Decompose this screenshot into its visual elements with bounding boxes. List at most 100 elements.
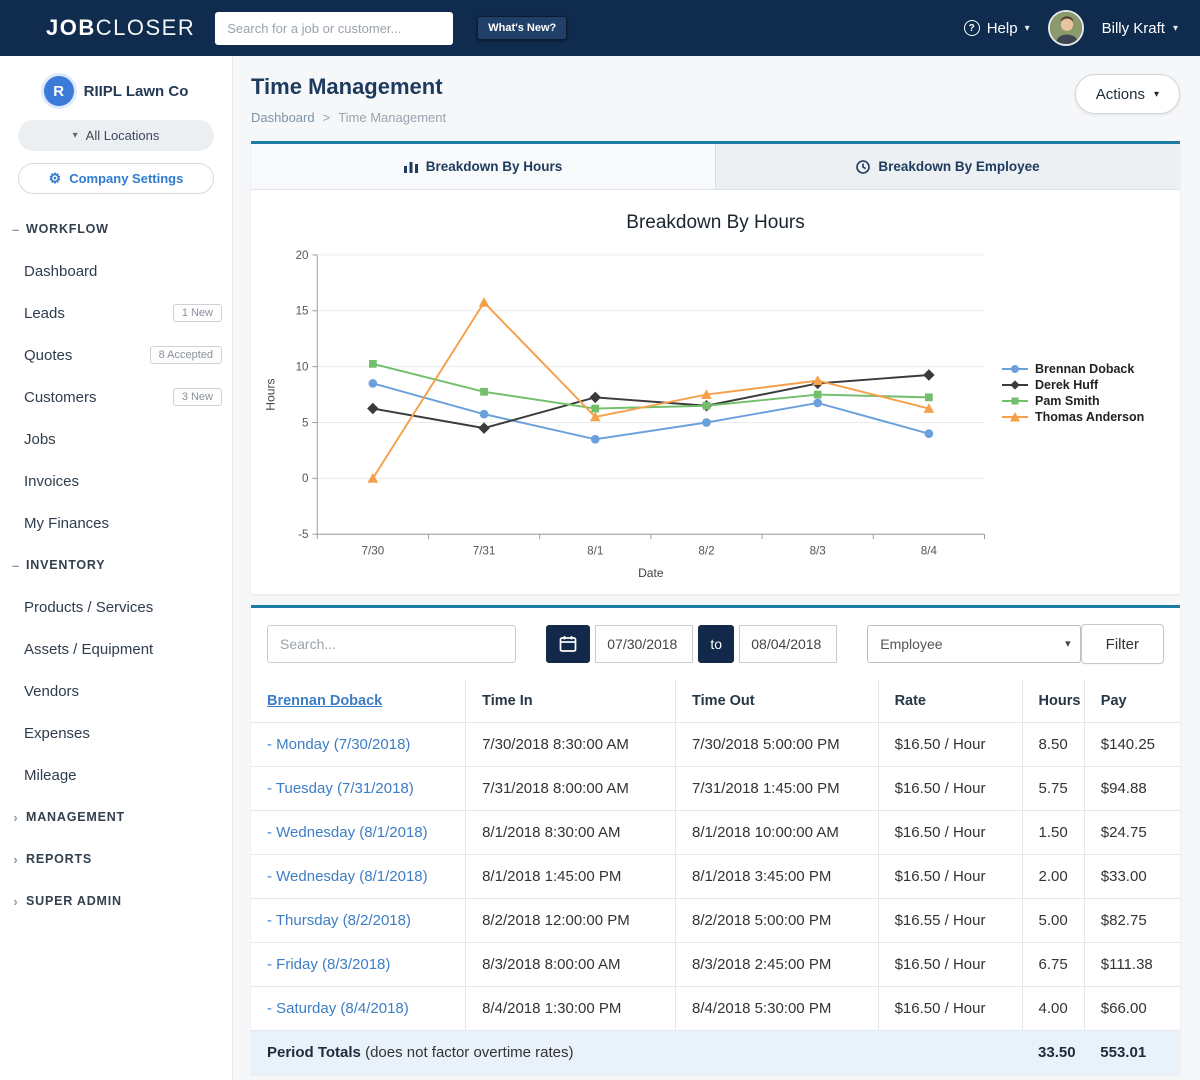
- svg-text:Hours: Hours: [264, 378, 278, 410]
- sidebar-item-my-finances[interactable]: My Finances: [0, 502, 232, 544]
- page-head: Time Management Dashboard Time Managemen…: [251, 74, 1180, 125]
- time-out-cell: 8/1/2018 3:45:00 PM: [676, 855, 879, 899]
- pay-cell: $111.38: [1084, 943, 1180, 987]
- time-out-cell: 8/2/2018 5:00:00 PM: [676, 899, 879, 943]
- hours-cell: 5.75: [1022, 767, 1084, 811]
- sidebar-item-mileage[interactable]: Mileage: [0, 754, 232, 796]
- sidebar-item-invoices[interactable]: Invoices: [0, 460, 232, 502]
- chart-title: Breakdown By Hours: [261, 212, 1170, 234]
- totals-hours: 33.50: [1022, 1031, 1084, 1075]
- svg-text:8/4: 8/4: [921, 545, 938, 558]
- svg-text:7/31: 7/31: [473, 545, 496, 558]
- date-from-field[interactable]: 07/30/2018: [595, 625, 693, 663]
- day-link[interactable]: - Saturday (8/4/2018): [267, 1000, 409, 1017]
- sidebar-item-label: Jobs: [24, 431, 56, 448]
- day-link[interactable]: - Wednesday (8/1/2018): [267, 868, 428, 885]
- table-row: - Saturday (8/4/2018)8/4/2018 1:30:00 PM…: [251, 987, 1180, 1031]
- svg-text:8/2: 8/2: [698, 545, 714, 558]
- legend-item-derek-huff[interactable]: Derek Huff: [1002, 378, 1170, 392]
- tab-breakdown-by-hours[interactable]: Breakdown By Hours: [251, 144, 715, 189]
- sidebar-section-reports[interactable]: REPORTS: [0, 838, 232, 880]
- date-to-field[interactable]: 08/04/2018: [739, 625, 837, 663]
- time-out-cell: 8/3/2018 2:45:00 PM: [676, 943, 879, 987]
- sidebar-item-customers[interactable]: Customers3 New: [0, 376, 232, 418]
- day-link[interactable]: - Wednesday (8/1/2018): [267, 824, 428, 841]
- user-menu[interactable]: Billy Kraft: [1102, 20, 1178, 37]
- timesheet-table: Brennan Doback Time InTime OutRateHoursP…: [251, 680, 1180, 1074]
- sidebar-item-dashboard[interactable]: Dashboard: [0, 250, 232, 292]
- sidebar-section-inventory[interactable]: INVENTORY: [0, 544, 232, 586]
- avatar[interactable]: [1048, 10, 1084, 46]
- rate-cell: $16.50 / Hour: [878, 987, 1022, 1031]
- locations-dropdown[interactable]: All Locations: [18, 120, 214, 151]
- chevron-down-icon: [1154, 89, 1159, 100]
- sidebar-nav: WORKFLOW Dashboard Leads1 NewQuotes8 Accep…: [0, 208, 232, 922]
- time-out-cell: 8/1/2018 10:00:00 AM: [676, 811, 879, 855]
- table-row: - Tuesday (7/31/2018) 7/31/2018 8:00:00 A…: [251, 767, 1180, 811]
- time-in-cell: 7/31/2018 8:00:00 AM: [466, 767, 676, 811]
- company-row: R RIIPL Lawn Co: [0, 56, 232, 120]
- sidebar-item-vendors[interactable]: Vendors: [0, 670, 232, 712]
- legend-marker-icon: [1002, 411, 1028, 423]
- table-search-input[interactable]: [267, 625, 516, 663]
- rate-cell: $16.50 / Hour: [878, 723, 1022, 767]
- hours-cell: 5.00: [1022, 899, 1084, 943]
- employee-select-wrap: Employee: [867, 625, 1080, 663]
- period-totals-row: Period Totals (does not factor overtime …: [251, 1031, 1180, 1075]
- svg-text:8/3: 8/3: [810, 545, 826, 558]
- count-badge: 1 New: [173, 304, 222, 322]
- legend-item-pam-smith[interactable]: Pam Smith: [1002, 394, 1170, 408]
- legend-item-thomas-anderson[interactable]: Thomas Anderson: [1002, 410, 1170, 424]
- day-link[interactable]: - Friday (8/3/2018): [267, 956, 390, 973]
- sidebar-item-jobs[interactable]: Jobs: [0, 418, 232, 460]
- day-link[interactable]: - Thursday (8/2/2018): [267, 912, 411, 929]
- breadcrumb-dashboard[interactable]: Dashboard: [251, 110, 315, 125]
- chevron-down-icon: [73, 130, 78, 141]
- legend-label: Thomas Anderson: [1035, 410, 1144, 424]
- totals-note: (does not factor overtime rates): [365, 1044, 573, 1061]
- expand-icon: [8, 810, 24, 825]
- tab-label: Breakdown By Employee: [878, 159, 1039, 174]
- rate-cell: $16.50 / Hour: [878, 767, 1022, 811]
- sidebar-item-label: Mileage: [24, 767, 77, 784]
- legend-item-brennan-doback[interactable]: Brennan Doback: [1002, 362, 1170, 376]
- table-row: - Thursday (8/2/2018)8/2/2018 12:00:00 P…: [251, 899, 1180, 943]
- sidebar-item-leads[interactable]: Leads1 New: [0, 292, 232, 334]
- time-out-cell: 7/31/2018 1:45:00 PM: [676, 767, 879, 811]
- tab-breakdown-by-employee[interactable]: Breakdown By Employee: [715, 144, 1180, 189]
- help-icon: [964, 20, 980, 36]
- sidebar-item-label: Dashboard: [24, 263, 97, 280]
- actions-button[interactable]: Actions: [1075, 74, 1180, 114]
- svg-text:7/30: 7/30: [362, 545, 385, 558]
- tab-label: Breakdown By Hours: [426, 159, 563, 174]
- sidebar-section-workflow[interactable]: WORKFLOW: [0, 208, 232, 250]
- legend-marker-icon: [1002, 395, 1028, 407]
- sidebar-item-products-services[interactable]: Products / Services: [0, 586, 232, 628]
- main-content: Time Management Dashboard Time Managemen…: [233, 56, 1200, 1080]
- help-menu[interactable]: Help: [964, 20, 1030, 37]
- sidebar-item-assets-equipment[interactable]: Assets / Equipment: [0, 628, 232, 670]
- sidebar-item-quotes[interactable]: Quotes8 Accepted: [0, 334, 232, 376]
- breadcrumb: Dashboard Time Management: [251, 110, 446, 125]
- page-title: Time Management: [251, 74, 446, 100]
- section-label: INVENTORY: [26, 558, 105, 572]
- section-label: WORKFLOW: [26, 222, 109, 236]
- filter-button[interactable]: Filter: [1081, 624, 1164, 664]
- day-link[interactable]: - Tuesday (7/31/2018): [267, 780, 414, 797]
- time-table-body: - Monday (7/30/2018)7/30/2018 8:30:00 AM…: [251, 723, 1180, 1031]
- sidebar-section-management[interactable]: MANAGEMENT: [0, 796, 232, 838]
- sidebar-item-expenses[interactable]: Expenses: [0, 712, 232, 754]
- company-avatar: R: [44, 76, 74, 106]
- global-search-input[interactable]: [215, 12, 453, 45]
- table-row: - Monday (7/30/2018)7/30/2018 8:30:00 AM…: [251, 723, 1180, 767]
- calendar-button[interactable]: [546, 625, 590, 663]
- employee-select[interactable]: Employee: [867, 625, 1080, 663]
- whats-new-button[interactable]: What's New?: [477, 16, 567, 40]
- employee-name-link[interactable]: Brennan Doback: [267, 693, 382, 709]
- company-settings-button[interactable]: Company Settings: [18, 163, 214, 194]
- expand-icon: [8, 894, 24, 909]
- breadcrumb-current: Time Management: [338, 110, 446, 125]
- day-link[interactable]: - Monday (7/30/2018): [267, 736, 410, 753]
- pay-cell: $33.00: [1084, 855, 1180, 899]
- sidebar-section-super-admin[interactable]: SUPER ADMIN: [0, 880, 232, 922]
